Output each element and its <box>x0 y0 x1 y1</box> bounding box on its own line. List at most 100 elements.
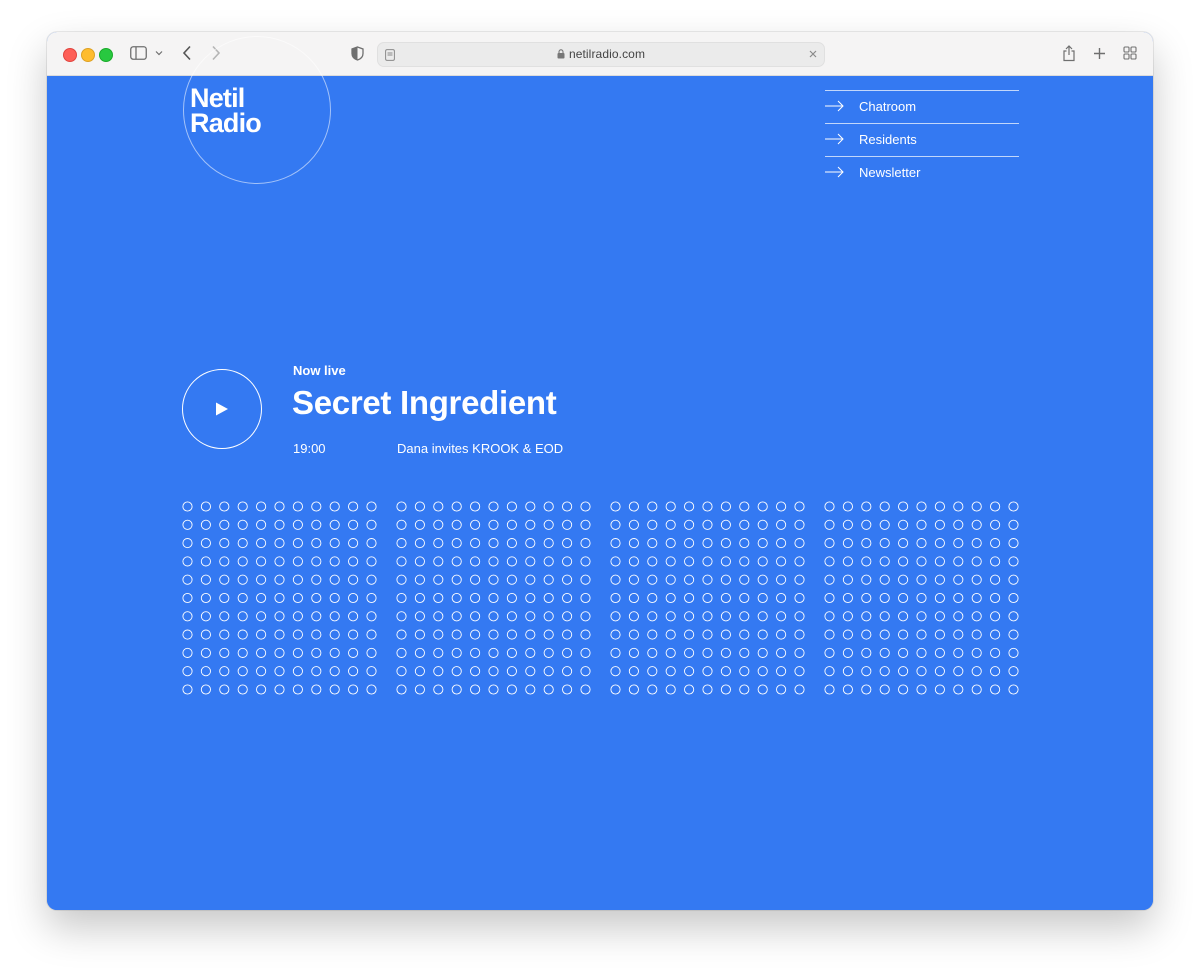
visualizer-dot <box>776 647 787 658</box>
arrow-right-icon <box>825 99 845 117</box>
visualizer-dot <box>219 666 230 677</box>
visualizer-dot <box>219 538 230 549</box>
visualizer-dot <box>842 684 853 695</box>
visualizer-dot <box>953 647 964 658</box>
nav-item-chatroom[interactable]: Chatroom <box>825 90 1019 123</box>
visualizer-dot <box>237 501 248 512</box>
visualizer-dot <box>414 611 425 622</box>
visualizer-dot <box>488 501 499 512</box>
lock-icon <box>557 48 565 62</box>
visualizer-dot <box>647 538 658 549</box>
visualizer-dot <box>861 629 872 640</box>
visualizer-dot <box>414 574 425 585</box>
visualizer-dot <box>916 519 927 530</box>
visualizer-dot <box>292 629 303 640</box>
close-window-button[interactable] <box>63 48 77 62</box>
visualizer-dot <box>794 592 805 604</box>
minimize-window-button[interactable] <box>81 48 95 62</box>
visualizer-dot <box>898 647 909 658</box>
visualizer-dot <box>647 592 658 604</box>
show-title: Secret Ingredient <box>292 384 557 421</box>
visualizer-dot <box>414 592 425 604</box>
visualizer-dot <box>879 629 890 640</box>
visualizer-dot <box>665 592 676 604</box>
visualizer-dot <box>953 501 964 512</box>
visualizer-dot <box>329 684 340 695</box>
visualizer-dot <box>200 666 211 677</box>
visualizer-dot <box>580 538 591 549</box>
privacy-shield-icon[interactable] <box>349 43 365 63</box>
chevron-down-icon[interactable] <box>154 43 164 63</box>
visualizer-dot <box>488 592 499 604</box>
visualizer-dot <box>580 684 591 695</box>
visualizer-dot <box>329 519 340 530</box>
play-button[interactable] <box>182 369 262 449</box>
visualizer-dot <box>329 556 340 567</box>
visualizer-dot <box>200 519 211 530</box>
visualizer-dot <box>292 592 303 604</box>
clear-url-icon[interactable] <box>807 47 819 65</box>
visualizer-dot <box>182 629 193 640</box>
visualizer-dot <box>934 574 945 585</box>
visualizer-dot <box>776 611 787 622</box>
visualizer-dot <box>610 666 621 677</box>
visualizer-dot <box>757 556 768 567</box>
visualizer-dot <box>580 574 591 585</box>
sidebar-icon[interactable] <box>129 43 147 63</box>
visualizer-dot <box>470 666 481 677</box>
visualizer-dot <box>610 629 621 640</box>
visualizer-dot <box>311 684 322 695</box>
visualizer-dot <box>525 684 536 695</box>
visualizer-dot <box>543 501 554 512</box>
visualizer-dot <box>702 592 713 604</box>
nav-label: Residents <box>859 132 917 147</box>
visualizer-dot <box>543 666 554 677</box>
visualizer-dot <box>861 684 872 695</box>
visualizer-dot <box>562 556 573 567</box>
tab-overview-icon[interactable] <box>1122 43 1138 63</box>
zoom-window-button[interactable] <box>99 48 113 62</box>
visualizer-dot <box>684 538 695 549</box>
arrow-right-icon <box>825 132 845 150</box>
visualizer-dot <box>470 556 481 567</box>
visualizer-dot <box>757 684 768 695</box>
visualizer-dot <box>237 647 248 658</box>
visualizer-dot <box>348 666 359 677</box>
visualizer-dot <box>702 574 713 585</box>
visualizer-dot <box>879 611 890 622</box>
visualizer-dot <box>794 519 805 530</box>
visualizer-dot <box>182 556 193 567</box>
visualizer-dot <box>348 556 359 567</box>
visualizer-dot <box>647 647 658 658</box>
visualizer-dot <box>274 666 285 677</box>
visualizer-dot <box>990 666 1001 677</box>
visualizer-dot <box>274 538 285 549</box>
visualizer-dot <box>329 501 340 512</box>
nav-item-newsletter[interactable]: Newsletter <box>825 156 1019 189</box>
address-bar[interactable]: netilradio.com <box>377 42 825 67</box>
nav-item-residents[interactable]: Residents <box>825 123 1019 156</box>
visualizer-dot <box>274 684 285 695</box>
visualizer-dot <box>451 538 462 549</box>
visualizer-dot <box>684 556 695 567</box>
visualizer-dot <box>580 629 591 640</box>
visualizer-dot <box>628 574 639 585</box>
visualizer-dot <box>824 538 835 549</box>
visualizer-dot <box>506 556 517 567</box>
visualizer-dot <box>274 501 285 512</box>
visualizer-dot <box>237 574 248 585</box>
url-text: netilradio.com <box>568 47 646 61</box>
visualizer-dot <box>794 684 805 695</box>
share-icon[interactable] <box>1060 43 1078 63</box>
site-logo[interactable]: Netil Radio <box>190 85 262 137</box>
new-tab-icon[interactable] <box>1091 43 1107 63</box>
visualizer-dot <box>610 519 621 530</box>
visualizer-dot <box>470 574 481 585</box>
visualizer-dot <box>366 647 377 658</box>
visualizer-dot <box>451 592 462 604</box>
visualizer-dot <box>488 574 499 585</box>
visualizer-dot <box>757 574 768 585</box>
visualizer-dot <box>990 574 1001 585</box>
visualizer-dot <box>219 556 230 567</box>
back-icon[interactable] <box>180 43 194 63</box>
